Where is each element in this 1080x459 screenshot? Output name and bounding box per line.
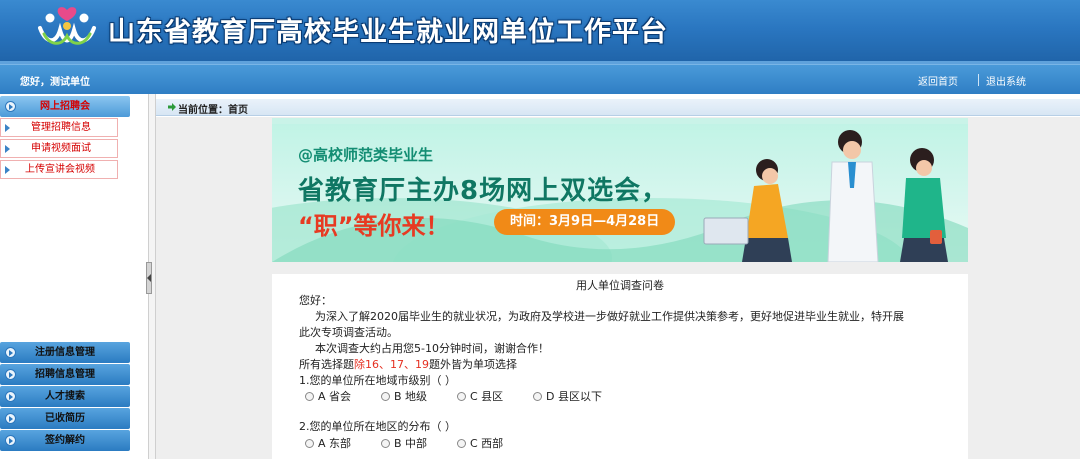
survey-rule: 所有选择题除16、17、19题外皆为单项选择 bbox=[299, 356, 517, 372]
menu-recruitment-info[interactable]: 招聘信息管理 bbox=[0, 364, 130, 385]
circle-arrow-icon bbox=[5, 369, 16, 380]
q1-option-a[interactable]: A 省会 bbox=[305, 388, 351, 404]
option-label: B 地级 bbox=[394, 390, 428, 403]
banner-slogan: “职”等你来！ bbox=[298, 212, 450, 240]
option-label: A 东部 bbox=[318, 437, 352, 450]
menu-label: 招聘信息管理 bbox=[35, 369, 95, 380]
site-header: 山东省教育厅高校毕业生就业网单位工作平台 bbox=[0, 0, 1080, 64]
menu-talent-search[interactable]: 人才搜索 bbox=[0, 386, 130, 407]
survey-rule-exception: 除16、17、19 bbox=[354, 358, 429, 371]
q2-option-c[interactable]: C 西部 bbox=[457, 435, 503, 451]
menu-label: 已收简历 bbox=[45, 413, 85, 424]
q1-option-b[interactable]: B 地级 bbox=[381, 388, 427, 404]
submenu-video-interview[interactable]: 申请视频面试 bbox=[0, 139, 118, 158]
radio-button[interactable] bbox=[457, 392, 466, 401]
radio-button[interactable] bbox=[305, 439, 314, 448]
circle-arrow-icon bbox=[5, 435, 16, 446]
employer-survey: 用人单位调查问卷 您好： 为深入了解2020届毕业生的就业状况，为政府及学校进一… bbox=[272, 274, 968, 459]
radio-button[interactable] bbox=[533, 392, 542, 401]
radio-button[interactable] bbox=[305, 392, 314, 401]
top-nav-bar: 您好，测试单位 返回首页 退出系统 bbox=[0, 64, 1080, 94]
main-content: 当前位置：首页 @高校师范类毕业生 省教育厅主办8场网上双选会， “职”等你来！… bbox=[156, 94, 1080, 459]
menu-registration-info[interactable]: 注册信息管理 bbox=[0, 342, 130, 363]
menu-online-job-fair-label: 网上招聘会 bbox=[40, 101, 90, 112]
survey-rule-prefix: 所有选择题 bbox=[299, 358, 354, 371]
q1-option-c[interactable]: C 县区 bbox=[457, 388, 503, 404]
survey-rule-suffix: 题外皆为单项选择 bbox=[429, 358, 517, 371]
menu-label: 注册信息管理 bbox=[35, 347, 95, 358]
job-fair-banner[interactable]: @高校师范类毕业生 省教育厅主办8场网上双选会， “职”等你来！ 时间：3月9日… bbox=[272, 118, 968, 262]
submenu-manage-recruitment[interactable]: 管理招聘信息 bbox=[0, 118, 118, 137]
q1-option-d[interactable]: D 县区以下 bbox=[533, 388, 602, 404]
menu-label: 人才搜索 bbox=[45, 391, 85, 402]
submenu-label: 上传宣讲会视频 bbox=[25, 164, 95, 175]
option-label: C 西部 bbox=[470, 437, 504, 450]
site-logo-icon bbox=[38, 7, 96, 45]
survey-intro-line1: 为深入了解2020届毕业生的就业状况，为政府及学校进一步做好就业工作提供决策参考… bbox=[315, 310, 904, 323]
circle-arrow-icon bbox=[5, 413, 16, 424]
circle-arrow-icon bbox=[5, 391, 16, 402]
option-label: C 县区 bbox=[470, 390, 504, 403]
radio-button[interactable] bbox=[381, 439, 390, 448]
survey-title: 用人单位调查问卷 bbox=[576, 279, 664, 292]
survey-intro-line2: 此次专项调查活动。 bbox=[299, 326, 398, 339]
home-link[interactable]: 返回首页 bbox=[918, 73, 958, 88]
site-title: 山东省教育厅高校毕业生就业网单位工作平台 bbox=[108, 17, 668, 48]
banner-subtitle: @高校师范类毕业生 bbox=[298, 146, 434, 164]
q2-option-a[interactable]: A 东部 bbox=[305, 435, 351, 451]
submenu-label: 申请视频面试 bbox=[31, 143, 91, 154]
q2-option-b[interactable]: B 中部 bbox=[381, 435, 427, 451]
collapse-sidebar-icon[interactable] bbox=[146, 262, 152, 294]
triangle-right-icon bbox=[5, 124, 10, 132]
sidebar: 网上招聘会 管理招聘信息 申请视频面试 上传宣讲会视频 注册信息管理 招聘信息管… bbox=[0, 94, 148, 459]
banner-date-pill: 时间：3月9日—4月28日 bbox=[494, 209, 676, 235]
menu-contract-signing[interactable]: 签约解约 bbox=[0, 430, 130, 451]
triangle-right-icon bbox=[5, 145, 10, 153]
menu-online-job-fair[interactable]: 网上招聘会 bbox=[0, 96, 130, 117]
option-label: B 中部 bbox=[394, 437, 428, 450]
menu-label: 签约解约 bbox=[45, 435, 85, 446]
menu-received-resumes[interactable]: 已收简历 bbox=[0, 408, 130, 429]
arrow-right-icon bbox=[168, 103, 176, 111]
triangle-right-icon bbox=[5, 166, 10, 174]
circle-arrow-icon bbox=[5, 347, 16, 358]
breadcrumb-text: 当前位置：首页 bbox=[178, 105, 248, 116]
link-divider bbox=[978, 74, 979, 86]
option-label: A 省会 bbox=[318, 390, 352, 403]
banner-headline: 省教育厅主办8场网上双选会， bbox=[298, 176, 669, 206]
radio-button[interactable] bbox=[381, 392, 390, 401]
radio-button[interactable] bbox=[457, 439, 466, 448]
question-1-text: 1.您的单位所在地域市级别（ ） bbox=[299, 374, 456, 387]
question-2-text: 2.您的单位所在地区的分布（ ） bbox=[299, 420, 456, 433]
submenu-upload-presentation-video[interactable]: 上传宣讲会视频 bbox=[0, 160, 118, 179]
submenu-label: 管理招聘信息 bbox=[31, 122, 91, 133]
survey-greeting: 您好： bbox=[299, 294, 332, 307]
content-area: @高校师范类毕业生 省教育厅主办8场网上双选会， “职”等你来！ 时间：3月9日… bbox=[156, 117, 1080, 459]
option-label: D 县区以下 bbox=[546, 390, 602, 403]
breadcrumb: 当前位置：首页 bbox=[156, 99, 1080, 116]
survey-time-note: 本次调查大约占用您5-10分钟时间，谢谢合作！ bbox=[315, 342, 549, 355]
logout-link[interactable]: 退出系统 bbox=[986, 73, 1026, 88]
circle-arrow-icon bbox=[5, 101, 16, 112]
user-greeting: 您好，测试单位 bbox=[20, 77, 90, 88]
